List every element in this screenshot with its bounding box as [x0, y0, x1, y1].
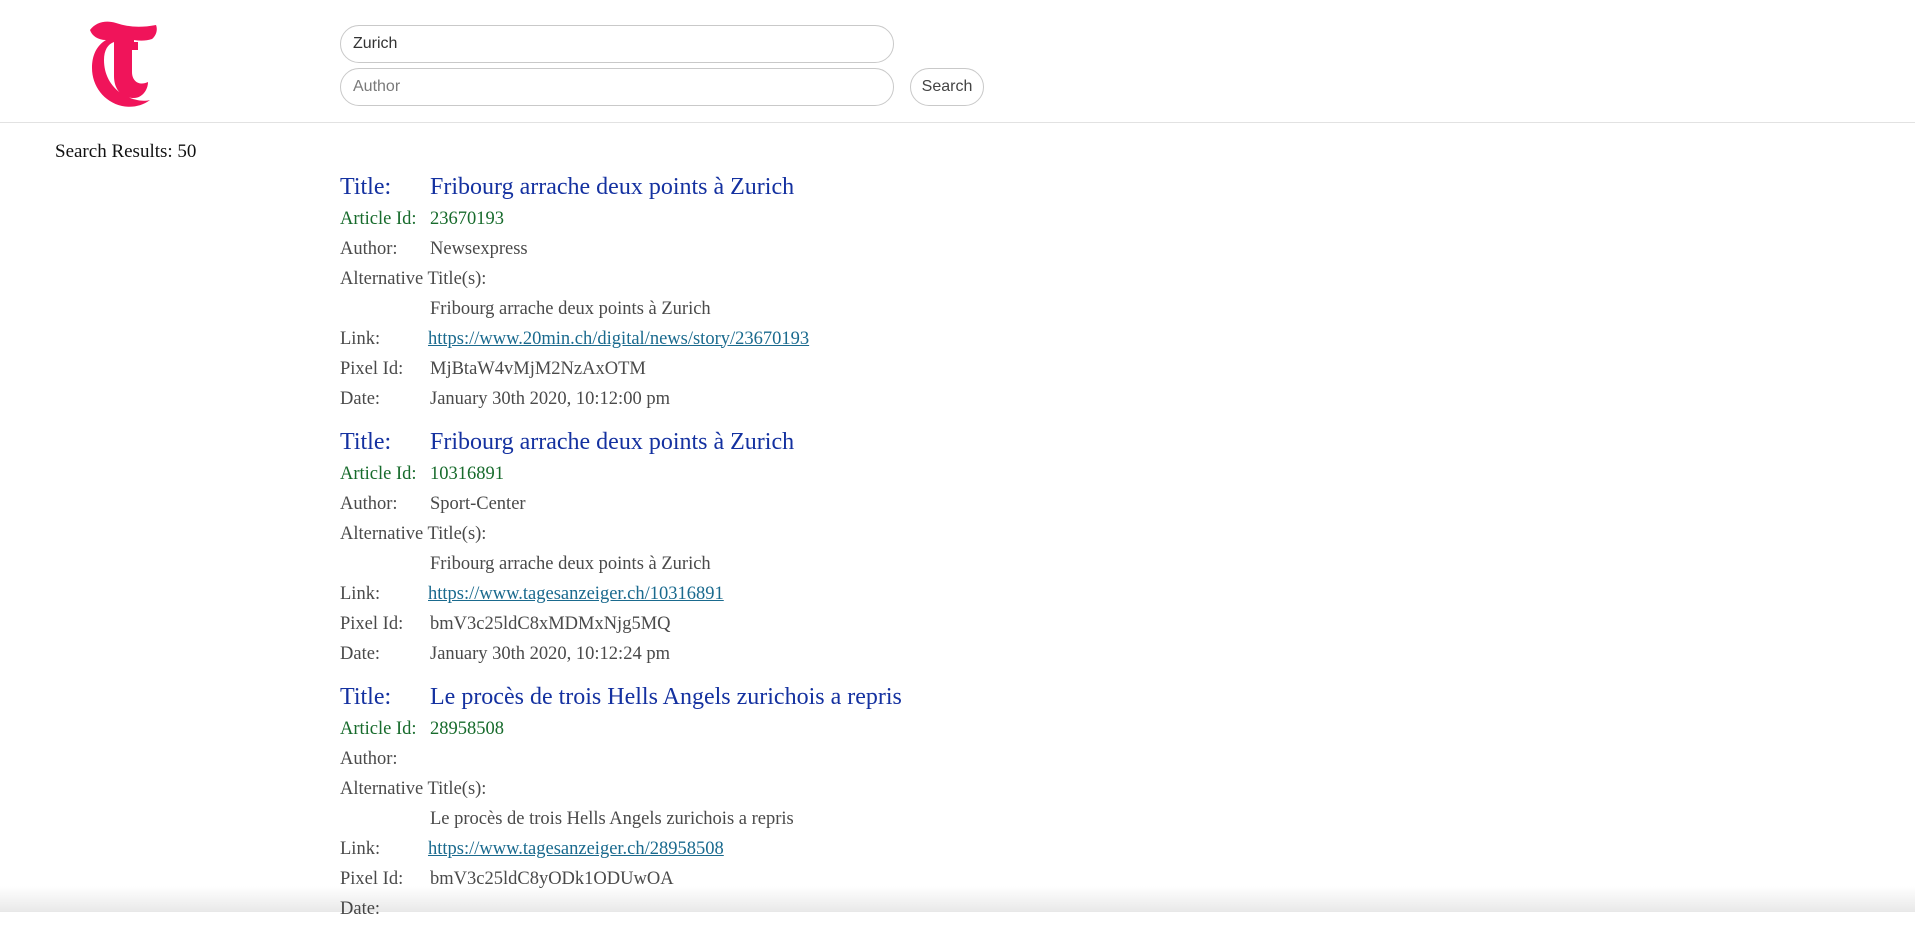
article-author-label: Author:: [340, 493, 398, 514]
article-link-value: https://www.tagesanzeiger.ch/28958508: [428, 839, 724, 860]
alt-titles-heading-label: Alternative Title(s):: [340, 523, 487, 544]
article-id-row: Article Id: 28958508: [340, 714, 1540, 744]
article-author-label: Author:: [340, 238, 398, 259]
article-author-label: Author:: [340, 748, 398, 769]
article-date-label: Date:: [340, 898, 381, 919]
article-item: Title: Fribourg arrache deux points à Zur…: [340, 425, 1540, 669]
article-link-label: Link:: [340, 583, 381, 604]
header: Search: [0, 0, 1915, 123]
pixel-id-row: Pixel Id: bmV3c25ldC8yODk1ODUwOA: [340, 864, 1540, 894]
article-date-label: Date:: [340, 643, 381, 664]
pixel-id-row: Pixel Id: MjBtaW4vMjM2NzAxOTM: [340, 354, 1540, 384]
article-item: Title: Fribourg arrache deux points à Zur…: [340, 170, 1540, 414]
pixel-id-value: MjBtaW4vMjM2NzAxOTM: [430, 358, 646, 379]
article-title-label: Title:: [340, 428, 392, 455]
article-title-label: Title:: [340, 173, 392, 200]
tagesanzeiger-logo[interactable]: [86, 20, 162, 108]
search-button[interactable]: Search: [910, 68, 984, 106]
article-title-row: Title: Fribourg arrache deux points à Zur…: [340, 425, 1540, 459]
article-date-row: Date: January 30th 2020, 10:12:24 pm: [340, 639, 1540, 669]
alt-title-value: Le procès de trois Hells Angels zurichoi…: [430, 808, 794, 829]
pixel-id-label: Pixel Id:: [340, 613, 404, 634]
article-title-row: Title: Fribourg arrache deux points à Zur…: [340, 170, 1540, 204]
article-date-row: Date:: [340, 894, 1540, 924]
article-id-row: Article Id: 10316891: [340, 459, 1540, 489]
article-author-row: Author: Sport-Center: [340, 489, 1540, 519]
article-link-label: Link:: [340, 838, 381, 859]
article-link-url[interactable]: https://www.tagesanzeiger.ch/10316891: [428, 584, 724, 604]
pixel-id-value: bmV3c25ldC8yODk1ODUwOA: [430, 868, 674, 889]
article-author-value: Newsexpress: [430, 238, 528, 259]
article-link-row: Link: https://www.20min.ch/digital/news/s…: [340, 324, 1540, 354]
alt-titles-heading-row: Alternative Title(s):: [340, 264, 1540, 294]
article-id-label: Article Id:: [340, 463, 417, 484]
article-author-value: Sport-Center: [430, 493, 526, 514]
article-link-value: https://www.20min.ch/digital/news/story/…: [428, 329, 809, 350]
article-date-row: Date: January 30th 2020, 10:12:00 pm: [340, 384, 1540, 414]
alt-titles-heading-label: Alternative Title(s):: [340, 268, 487, 289]
alt-titles-heading-label: Alternative Title(s):: [340, 778, 487, 799]
article-link-value: https://www.tagesanzeiger.ch/10316891: [428, 584, 724, 605]
search-input[interactable]: [340, 25, 894, 63]
article-title-row: Title: Le procès de trois Hells Angels zu…: [340, 680, 1540, 714]
article-id-value: 23670193: [430, 208, 504, 229]
article-link-label: Link:: [340, 328, 381, 349]
article-date-value: January 30th 2020, 10:12:00 pm: [430, 388, 670, 409]
article-link-url[interactable]: https://www.20min.ch/digital/news/story/…: [428, 329, 809, 349]
article-id-label: Article Id:: [340, 208, 417, 229]
article-id-value: 28958508: [430, 718, 504, 739]
alt-title-row: Fribourg arrache deux points à Zurich: [340, 294, 1540, 324]
pixel-id-value: bmV3c25ldC8xMDMxNjg5MQ: [430, 613, 671, 634]
article-link-row: Link: https://www.tagesanzeiger.ch/103168…: [340, 579, 1540, 609]
article-author-row: Author: Newsexpress: [340, 234, 1540, 264]
article-id-row: Article Id: 23670193: [340, 204, 1540, 234]
article-title-value: Fribourg arrache deux points à Zurich: [430, 173, 795, 200]
article-date-label: Date:: [340, 388, 381, 409]
search-results-count: Search Results: 50: [55, 141, 197, 162]
article-date-value: January 30th 2020, 10:12:24 pm: [430, 643, 670, 664]
article-item: Title: Le procès de trois Hells Angels zu…: [340, 680, 1540, 924]
alt-title-row: Fribourg arrache deux points à Zurich: [340, 549, 1540, 579]
article-link-row: Link: https://www.tagesanzeiger.ch/289585…: [340, 834, 1540, 864]
alt-titles-heading-row: Alternative Title(s):: [340, 774, 1540, 804]
article-author-row: Author:: [340, 744, 1540, 774]
article-id-value: 10316891: [430, 463, 504, 484]
pixel-id-label: Pixel Id:: [340, 868, 404, 889]
alt-title-row: Le procès de trois Hells Angels zurichoi…: [340, 804, 1540, 834]
pixel-id-label: Pixel Id:: [340, 358, 404, 379]
author-input[interactable]: [340, 68, 894, 106]
article-title-value: Fribourg arrache deux points à Zurich: [430, 428, 795, 455]
alt-title-value: Fribourg arrache deux points à Zurich: [430, 553, 711, 574]
pixel-id-row: Pixel Id: bmV3c25ldC8xMDMxNjg5MQ: [340, 609, 1540, 639]
article-link-url[interactable]: https://www.tagesanzeiger.ch/28958508: [428, 839, 724, 859]
alt-title-value: Fribourg arrache deux points à Zurich: [430, 298, 711, 319]
article-title-value: Le procès de trois Hells Angels zurichoi…: [430, 683, 902, 710]
alt-titles-heading-row: Alternative Title(s):: [340, 519, 1540, 549]
article-id-label: Article Id:: [340, 718, 417, 739]
article-title-label: Title:: [340, 683, 392, 710]
results-list: Title: Fribourg arrache deux points à Zur…: [340, 170, 1540, 935]
